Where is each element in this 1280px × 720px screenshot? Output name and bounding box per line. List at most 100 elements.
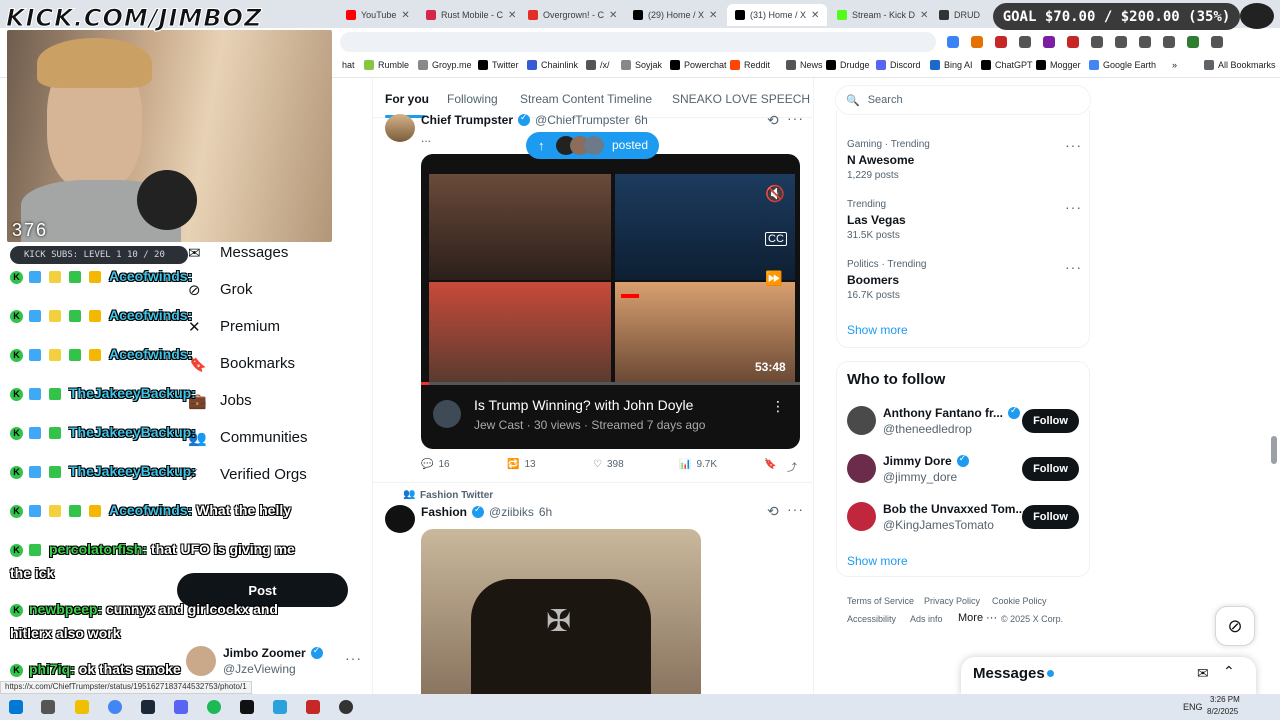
- page-scrollbar[interactable]: [1271, 436, 1277, 464]
- bookmark-item[interactable]: Google Earth: [1089, 60, 1156, 70]
- show-more-follow-link[interactable]: Show more: [847, 554, 908, 568]
- post-author-handle[interactable]: @ziibiks: [489, 505, 534, 519]
- extension-icon[interactable]: [1115, 36, 1127, 48]
- browser-tab[interactable]: (29) Home / X ✕: [625, 4, 725, 26]
- like-action[interactable]: ♡ 398: [593, 459, 624, 470]
- account-more-icon[interactable]: ···: [345, 650, 362, 666]
- avatar[interactable]: [385, 114, 415, 142]
- telegram-icon[interactable]: [273, 700, 287, 714]
- suggestion-name[interactable]: Bob the Unvaxxed Tom...: [883, 502, 1025, 516]
- post-image[interactable]: ✠: [421, 529, 701, 694]
- tab-sneako-love-speech[interactable]: SNEAKO LOVE SPEECH: [672, 92, 810, 106]
- app-icon[interactable]: [339, 700, 353, 714]
- tab-stream-content-timeline[interactable]: Stream Content Timeline: [520, 92, 652, 106]
- language-indicator[interactable]: ENG: [1183, 702, 1203, 712]
- browser-tab[interactable]: Stream - Kick D ✕: [829, 4, 929, 26]
- all-bookmarks-button[interactable]: All Bookmarks: [1204, 60, 1276, 70]
- clock-time[interactable]: 3:26 PM: [1210, 695, 1240, 704]
- extension-icon[interactable]: [1067, 36, 1079, 48]
- extension-icon[interactable]: [947, 36, 959, 48]
- bookmark-item[interactable]: Soyjak: [621, 60, 662, 70]
- reply-action[interactable]: 💬 16: [421, 459, 450, 470]
- post-time[interactable]: 6h: [539, 505, 552, 519]
- footer-cookie-link[interactable]: Cookie Policy: [992, 596, 1047, 606]
- avatar[interactable]: [847, 502, 876, 531]
- grok-explain-icon[interactable]: ⟲: [767, 112, 780, 129]
- video-title[interactable]: Is Trump Winning? with John Doyle: [474, 397, 693, 413]
- compose-message-icon[interactable]: ✉: [1197, 665, 1209, 682]
- grok-explain-icon[interactable]: ⟲: [767, 503, 780, 520]
- follow-button[interactable]: Follow: [1022, 457, 1079, 481]
- more-options-icon[interactable]: ···: [787, 110, 804, 126]
- suggestion-name[interactable]: Anthony Fantano fr...: [883, 406, 1003, 420]
- extension-icon[interactable]: [1043, 36, 1055, 48]
- start-icon[interactable]: [9, 700, 23, 714]
- avatar[interactable]: [847, 454, 876, 483]
- bookmark-item[interactable]: Mogger: [1036, 60, 1081, 70]
- nav-communities[interactable]: Communities: [220, 429, 308, 446]
- follow-button[interactable]: Follow: [1022, 409, 1079, 433]
- avatar[interactable]: [847, 406, 876, 435]
- bookmark-item[interactable]: News: [786, 60, 823, 70]
- extension-icon[interactable]: [1139, 36, 1151, 48]
- nav-grok[interactable]: Grok: [220, 281, 253, 298]
- address-bar[interactable]: [340, 32, 936, 52]
- close-tab-icon[interactable]: ✕: [811, 10, 819, 21]
- discord-icon[interactable]: [174, 700, 188, 714]
- chrome-icon[interactable]: [108, 700, 122, 714]
- browser-tab[interactable]: YouTube ✕: [338, 4, 416, 26]
- suggestion-handle[interactable]: @jimmy_dore: [883, 470, 957, 484]
- nav-verified-orgs[interactable]: Verified Orgs: [220, 466, 307, 483]
- post-author-name[interactable]: Chief Trumpster: [421, 113, 513, 127]
- bookmark-item[interactable]: Chainlink: [527, 60, 578, 70]
- steam-icon[interactable]: [141, 700, 155, 714]
- bookmark-item[interactable]: /x/: [586, 60, 610, 70]
- more-options-icon[interactable]: ···: [787, 501, 804, 517]
- close-tab-icon[interactable]: ✕: [609, 10, 617, 21]
- footer-ads-link[interactable]: Ads info: [910, 614, 943, 624]
- new-posts-pill[interactable]: ↑ posted: [526, 132, 659, 159]
- tab-for-you[interactable]: For you: [385, 92, 429, 106]
- footer-accessibility-link[interactable]: Accessibility: [847, 614, 896, 624]
- avatar[interactable]: [385, 505, 415, 533]
- post-author-name[interactable]: Fashion: [421, 505, 467, 519]
- bookmark-action[interactable]: 🔖: [764, 459, 776, 470]
- extension-icon[interactable]: [1187, 36, 1199, 48]
- close-tab-icon[interactable]: ✕: [508, 10, 516, 21]
- extension-icon[interactable]: [1163, 36, 1175, 48]
- extension-icon[interactable]: [1211, 36, 1223, 48]
- account-switcher[interactable]: Jimbo Zoomer: [223, 645, 323, 660]
- nav-bookmarks[interactable]: Bookmarks: [220, 355, 295, 372]
- suggestion-name[interactable]: Jimmy Dore: [883, 454, 952, 468]
- suggestion-handle[interactable]: @theneedledrop: [883, 422, 972, 436]
- footer-privacy-link[interactable]: Privacy Policy: [924, 596, 980, 606]
- bookmarks-overflow-icon[interactable]: »: [1172, 60, 1177, 70]
- close-tab-icon[interactable]: ✕: [401, 10, 409, 21]
- messages-drawer[interactable]: Messages ✉ ⌃: [961, 657, 1256, 697]
- video-player[interactable]: 🔇 CC ⏩ 53:48 Is Trump Winning? with John…: [421, 154, 800, 449]
- bookmark-item[interactable]: Drudge: [826, 60, 870, 70]
- extension-icon[interactable]: [971, 36, 983, 48]
- spotify-icon[interactable]: [207, 700, 221, 714]
- chevron-up-icon[interactable]: ⌃: [1223, 663, 1235, 680]
- extension-icon[interactable]: [995, 36, 1007, 48]
- trend-more-icon[interactable]: ···: [1065, 137, 1082, 153]
- video-menu-icon[interactable]: ⋮: [771, 398, 785, 415]
- browser-tab[interactable]: DRUD: [931, 4, 991, 26]
- bookmark-item[interactable]: Powerchat: [670, 60, 727, 70]
- obs-icon[interactable]: [306, 700, 320, 714]
- nav-messages[interactable]: Messages: [220, 244, 288, 261]
- trend-name[interactable]: Boomers: [847, 273, 899, 287]
- bookmark-item[interactable]: Bing AI: [930, 60, 973, 70]
- trend-name[interactable]: N Awesome: [847, 153, 914, 167]
- terminal-icon[interactable]: [240, 700, 254, 714]
- post-time[interactable]: 6h: [634, 113, 647, 127]
- follow-button[interactable]: Follow: [1022, 505, 1079, 529]
- bookmark-item[interactable]: Twitter: [478, 60, 519, 70]
- footer-terms-link[interactable]: Terms of Service: [847, 596, 914, 606]
- tab-following[interactable]: Following: [447, 92, 498, 106]
- browser-tab[interactable]: (31) Home / X ✕: [727, 4, 827, 26]
- post-author-handle[interactable]: @ChiefTrumpster: [535, 113, 629, 127]
- fast-forward-icon[interactable]: ⏩: [765, 270, 782, 287]
- trend-more-icon[interactable]: ···: [1065, 259, 1082, 275]
